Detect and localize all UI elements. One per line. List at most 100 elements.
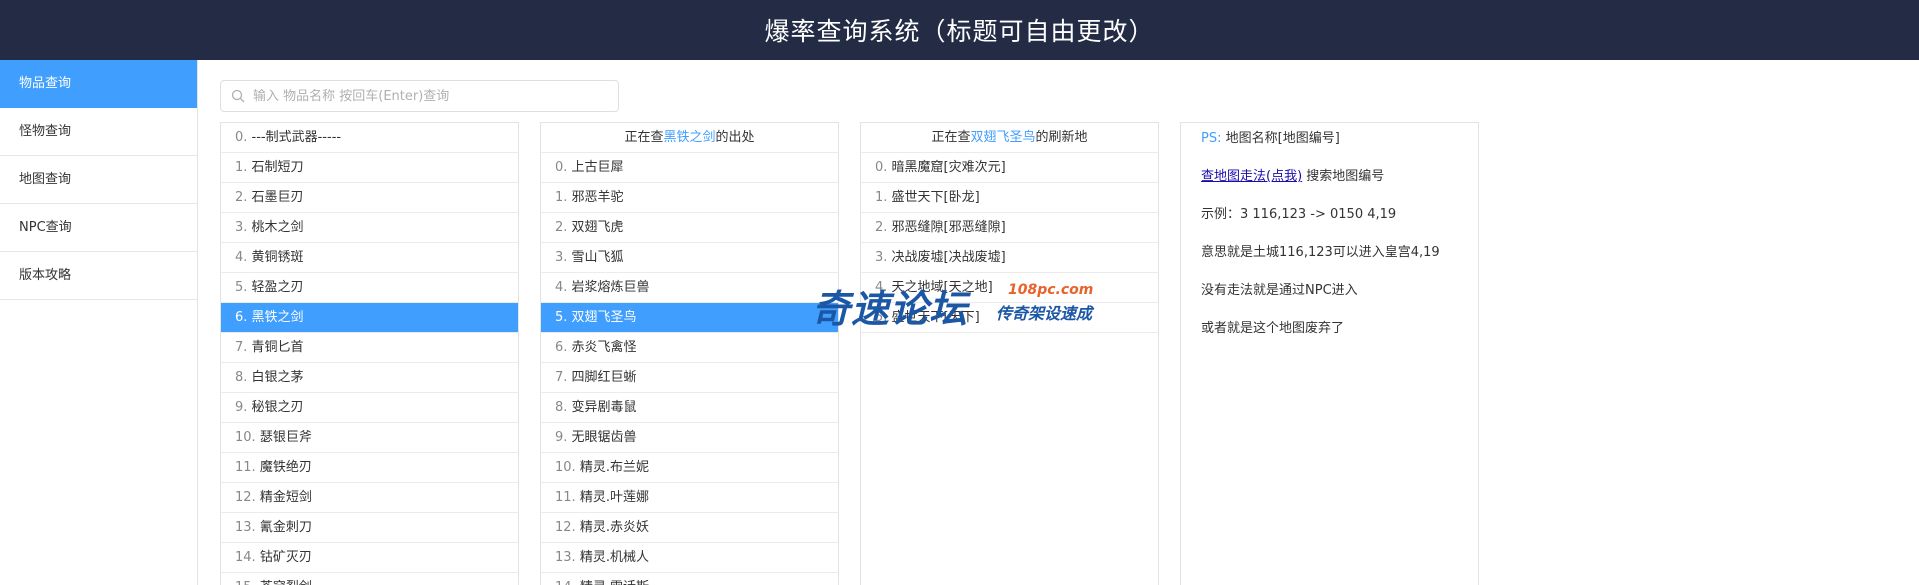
list-item[interactable]: 4. 岩浆熔炼巨兽 xyxy=(541,273,838,303)
list-item-index: 4. xyxy=(235,250,248,265)
list-item[interactable]: 8. 白银之茅 xyxy=(221,363,518,393)
list-item-name: 桃木之剑 xyxy=(251,220,304,235)
maps-list-header: 正在查双翅飞圣鸟的刷新地 xyxy=(861,123,1158,153)
search-input[interactable] xyxy=(253,88,613,104)
list-item-name: 石墨巨刃 xyxy=(251,190,304,205)
sidebar: 物品查询 怪物查询 地图查询 NPC查询 版本攻略 xyxy=(0,60,198,585)
list-item[interactable]: 0. 上古巨犀 xyxy=(541,153,838,183)
list-item[interactable]: 8. 变异剧毒鼠 xyxy=(541,393,838,423)
list-item-name: 精灵.雪话斯 xyxy=(580,580,649,585)
list-item[interactable]: 12. 精金短剑 xyxy=(221,483,518,513)
list-item-name: 氰金刺刀 xyxy=(259,520,312,535)
list-item-index: 6. xyxy=(555,340,568,355)
list-item-index: 4. xyxy=(555,280,568,295)
list-item[interactable]: 14. 钴矿灭刃 xyxy=(221,543,518,573)
list-item[interactable]: 7. 青铜匕首 xyxy=(221,333,518,363)
list-item[interactable]: 10. 精灵.布兰妮 xyxy=(541,453,838,483)
list-item[interactable]: 10. 瑟银巨斧 xyxy=(221,423,518,453)
list-item[interactable]: 2. 邪恶缝隙[邪恶缝隙] xyxy=(861,213,1158,243)
list-item[interactable]: 4. 天之地域[天之地] xyxy=(861,273,1158,303)
list-item[interactable]: 3. 决战废墟[决战废墟] xyxy=(861,243,1158,273)
header-prefix: 正在查 xyxy=(931,130,971,145)
search-box xyxy=(220,80,619,112)
maps-list-panel: 正在查双翅飞圣鸟的刷新地 0. 暗黑魔窟[灾难次元] 1. 盛世天下[卧龙] 2. … xyxy=(860,122,1159,585)
list-item-index: 5. xyxy=(555,310,568,325)
sidebar-item-guide[interactable]: 版本攻略 xyxy=(0,252,197,300)
sidebar-item-monsters[interactable]: 怪物查询 xyxy=(0,108,197,156)
list-item[interactable]: 2. 双翅飞虎 xyxy=(541,213,838,243)
sidebar-item-maps[interactable]: 地图查询 xyxy=(0,156,197,204)
sidebar-item-items[interactable]: 物品查询 xyxy=(0,60,197,108)
list-item[interactable]: 13. 氰金刺刀 xyxy=(221,513,518,543)
list-item[interactable]: 12. 精灵.赤炎妖 xyxy=(541,513,838,543)
list-item[interactable]: 5. 轻盈之刃 xyxy=(221,273,518,303)
list-item[interactable]: 0. ---制式武器----- xyxy=(221,123,518,153)
list-item-name: 盛世天下[卧龙] xyxy=(891,190,980,205)
list-item-index: 9. xyxy=(555,430,568,445)
list-item[interactable]: 11. 魔铁绝刃 xyxy=(221,453,518,483)
list-item[interactable]: 1. 邪恶羊驼 xyxy=(541,183,838,213)
items-list-panel: 0. ---制式武器----- 1. 石制短刀 2. 石墨巨刃 3. 桃木之剑 4. 黄… xyxy=(220,122,519,585)
app-header: 爆率查询系统（标题可自由更改） xyxy=(0,0,1919,60)
list-item[interactable]: 4. 黄铜锈斑 xyxy=(221,243,518,273)
list-item-index: 8. xyxy=(235,370,248,385)
list-item[interactable]: 13. 精灵.机械人 xyxy=(541,543,838,573)
list-item[interactable]: 5. 盛世天下[天下] xyxy=(861,303,1158,333)
list-item-name: 精灵.机械人 xyxy=(579,550,649,565)
list-item-name: 赤炎飞禽怪 xyxy=(571,340,637,355)
list-item-index: 12. xyxy=(235,490,256,505)
list-item-index: 8. xyxy=(555,400,568,415)
list-item[interactable]: 3. 桃木之剑 xyxy=(221,213,518,243)
queried-monster-link[interactable]: 双翅飞圣鸟 xyxy=(970,130,1035,145)
meaning-text: 意思就是土城116,123可以进入皇宫4,19 xyxy=(1201,245,1440,260)
route-link[interactable]: 查地图走法(点我) xyxy=(1201,169,1302,184)
list-item-name: 上古巨犀 xyxy=(571,160,624,175)
list-item-name: 白银之茅 xyxy=(251,370,304,385)
list-item-name: 青铜匕首 xyxy=(251,340,304,355)
list-item[interactable]: 7. 四脚红巨蜥 xyxy=(541,363,838,393)
list-item-index: 6. xyxy=(235,310,248,325)
list-item-name: 石制短刀 xyxy=(251,160,304,175)
list-item[interactable]: 15. 苍穹裂剑 xyxy=(221,573,518,585)
list-item[interactable]: 14. 精灵.雪话斯 xyxy=(541,573,838,585)
list-item[interactable]: 1. 石制短刀 xyxy=(221,153,518,183)
list-item[interactable]: 6. 赤炎飞禽怪 xyxy=(541,333,838,363)
queried-item-link[interactable]: 黑铁之剑 xyxy=(663,130,715,145)
list-item-name: 双翅飞虎 xyxy=(571,220,624,235)
ps-note: PS: 地图名称[地图编号] xyxy=(1201,129,1458,149)
list-item-index: 1. xyxy=(875,190,888,205)
list-item-name: 精灵.赤炎妖 xyxy=(579,520,649,535)
list-item-index: 11. xyxy=(235,460,256,475)
abandoned-text: 或者就是这个地图废弃了 xyxy=(1201,321,1345,336)
list-item-index: 2. xyxy=(555,220,568,235)
list-item-index: 13. xyxy=(235,520,256,535)
list-item-index: 1. xyxy=(235,160,248,175)
help-panel: PS: 地图名称[地图编号] 查地图走法(点我) 搜索地图编号 示例：3 116… xyxy=(1180,122,1479,585)
list-item-name: 精金短剑 xyxy=(259,490,312,505)
sidebar-item-npc[interactable]: NPC查询 xyxy=(0,204,197,252)
list-item[interactable]: 11. 精灵.叶莲娜 xyxy=(541,483,838,513)
list-item[interactable]: 1. 盛世天下[卧龙] xyxy=(861,183,1158,213)
list-item[interactable]: 9. 无眼锯齿兽 xyxy=(541,423,838,453)
list-item-name: 双翅飞圣鸟 xyxy=(571,310,637,325)
list-item-name: 瑟银巨斧 xyxy=(259,430,312,445)
list-item[interactable]: 6. 黑铁之剑 xyxy=(221,303,518,333)
list-item-name: 邪恶羊驼 xyxy=(571,190,624,205)
list-item[interactable]: 9. 秘银之刃 xyxy=(221,393,518,423)
list-item-name: 精灵.布兰妮 xyxy=(579,460,649,475)
list-item-name: 黑铁之剑 xyxy=(251,310,304,325)
list-item[interactable]: 0. 暗黑魔窟[灾难次元] xyxy=(861,153,1158,183)
list-item-index: 11. xyxy=(555,490,576,505)
ps-label: PS: xyxy=(1201,131,1222,146)
list-item-index: 7. xyxy=(555,370,568,385)
list-item-name: 天之地域[天之地] xyxy=(891,280,993,295)
list-item-index: 0. xyxy=(235,130,248,145)
list-item-name: 四脚红巨蜥 xyxy=(571,370,637,385)
list-item[interactable]: 2. 石墨巨刃 xyxy=(221,183,518,213)
list-item-index: 14. xyxy=(235,550,256,565)
list-item-index: 9. xyxy=(235,400,248,415)
list-item-index: 15. xyxy=(235,580,256,585)
list-item-name: ---制式武器----- xyxy=(251,130,342,145)
list-item[interactable]: 3. 雪山飞狐 xyxy=(541,243,838,273)
list-item[interactable]: 5. 双翅飞圣鸟 xyxy=(541,303,838,333)
